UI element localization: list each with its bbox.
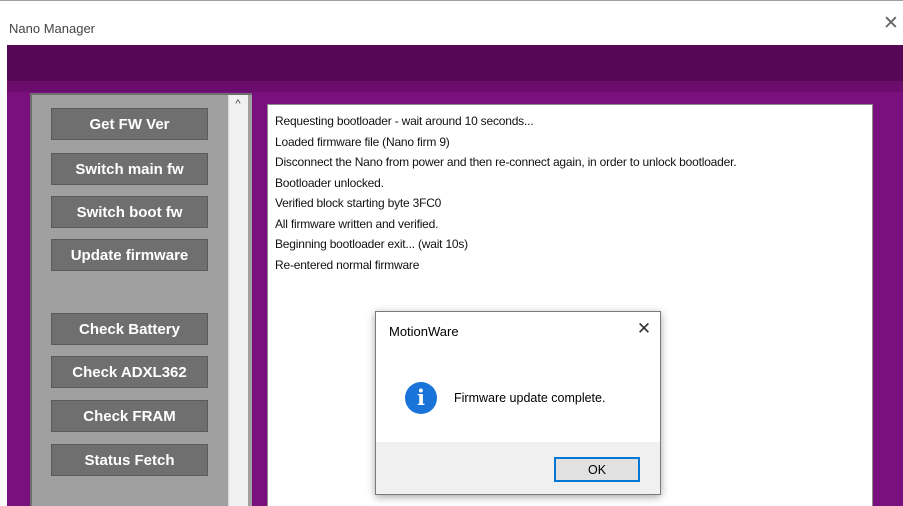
log-line: Disconnect the Nano from power and then … bbox=[275, 155, 737, 169]
chevron-up-icon[interactable]: ^ bbox=[228, 95, 248, 114]
status-fetch-button[interactable]: Status Fetch bbox=[51, 444, 208, 476]
panel-scrollbar[interactable] bbox=[228, 95, 248, 506]
log-line: Requesting bootloader - wait around 10 s… bbox=[275, 114, 534, 128]
window-title: Nano Manager bbox=[9, 21, 95, 36]
log-line: Verified block starting byte 3FC0 bbox=[275, 196, 442, 210]
dialog-close-icon[interactable]: ✕ bbox=[634, 318, 654, 340]
ok-button[interactable]: OK bbox=[554, 457, 640, 482]
log-line: All firmware written and verified. bbox=[275, 217, 439, 231]
check-fram-button[interactable]: Check FRAM bbox=[51, 400, 208, 432]
info-icon: i bbox=[405, 382, 437, 414]
dialog-message: Firmware update complete. bbox=[454, 391, 606, 405]
title-bar: Nano Manager bbox=[0, 1, 903, 45]
message-dialog: MotionWare ✕ i Firmware update complete.… bbox=[375, 311, 661, 495]
check-adxl362-button[interactable]: Check ADXL362 bbox=[51, 356, 208, 388]
log-line: Beginning bootloader exit... (wait 10s) bbox=[275, 237, 468, 251]
header-band bbox=[7, 45, 903, 81]
dialog-title: MotionWare bbox=[389, 324, 459, 339]
update-firmware-button[interactable]: Update firmware bbox=[51, 239, 208, 271]
log-line: Loaded firmware file (Nano firm 9) bbox=[275, 135, 450, 149]
check-battery-button[interactable]: Check Battery bbox=[51, 313, 208, 345]
switch-boot-fw-button[interactable]: Switch boot fw bbox=[51, 196, 208, 228]
dialog-body: i Firmware update complete. bbox=[376, 346, 660, 442]
header-strip bbox=[7, 81, 903, 92]
get-fw-ver-button[interactable]: Get FW Ver bbox=[51, 108, 208, 140]
log-line: Bootloader unlocked. bbox=[275, 176, 384, 190]
log-line: Re-entered normal firmware bbox=[275, 258, 420, 272]
close-icon[interactable]: ✕ bbox=[880, 12, 902, 36]
dialog-title-bar: MotionWare ✕ bbox=[376, 312, 660, 346]
switch-main-fw-button[interactable]: Switch main fw bbox=[51, 153, 208, 185]
